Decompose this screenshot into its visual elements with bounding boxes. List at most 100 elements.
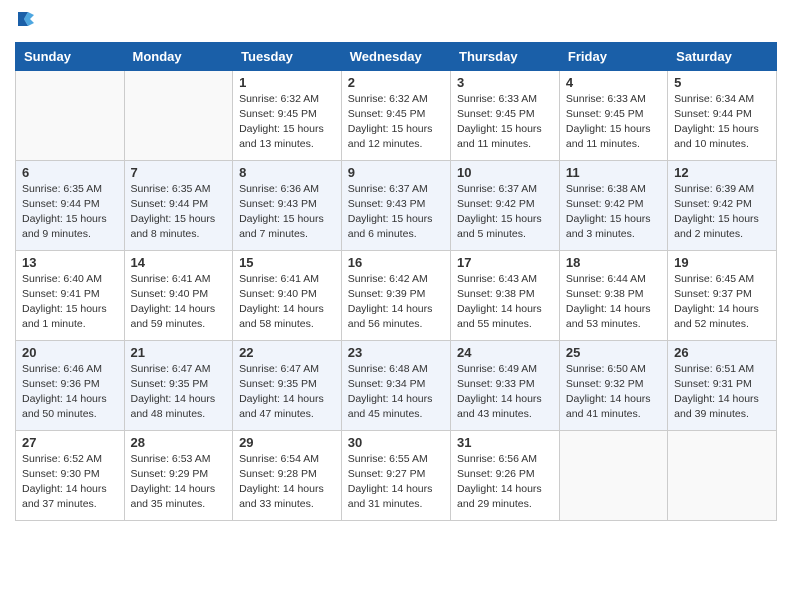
day-number: 27 (22, 435, 118, 450)
calendar-day-cell: 9Sunrise: 6:37 AM Sunset: 9:43 PM Daylig… (341, 160, 450, 250)
calendar-day-cell: 3 Sunrise: 6:33 AM Sunset: 9:45 PM Daylig… (451, 70, 560, 160)
day-number: 21 (131, 345, 227, 360)
day-number: 10 (457, 165, 553, 180)
day-number: 22 (239, 345, 335, 360)
day-info: Sunrise: 6:35 AM Sunset: 9:44 PM Dayligh… (131, 182, 227, 243)
calendar-day-cell: 27 Sunrise: 6:52 AM Sunset: 9:30 PM Dayli… (16, 430, 125, 520)
calendar-day-cell: 14 Sunrise: 6:41 AM Sunset: 9:40 PM Dayli… (124, 250, 233, 340)
day-number: 28 (131, 435, 227, 450)
calendar-day-cell: 11Sunrise: 6:38 AM Sunset: 9:42 PM Dayli… (559, 160, 667, 250)
col-header-tuesday: Tuesday (233, 42, 342, 70)
day-number: 26 (674, 345, 770, 360)
day-number: 25 (566, 345, 661, 360)
day-number: 5 (674, 75, 770, 90)
day-info: Sunrise: 6:34 AM Sunset: 9:44 PM Dayligh… (674, 92, 770, 153)
calendar-day-cell: 23 Sunrise: 6:48 AM Sunset: 9:34 PM Dayli… (341, 340, 450, 430)
calendar-day-cell: 29 Sunrise: 6:54 AM Sunset: 9:28 PM Dayli… (233, 430, 342, 520)
day-number: 20 (22, 345, 118, 360)
day-info: Sunrise: 6:47 AM Sunset: 9:35 PM Dayligh… (239, 362, 335, 423)
day-number: 14 (131, 255, 227, 270)
day-info: Sunrise: 6:46 AM Sunset: 9:36 PM Dayligh… (22, 362, 118, 423)
day-info: Sunrise: 6:33 AM Sunset: 9:45 PM Dayligh… (566, 92, 661, 153)
calendar-day-cell: 26 Sunrise: 6:51 AM Sunset: 9:31 PM Dayli… (668, 340, 777, 430)
day-number: 15 (239, 255, 335, 270)
calendar-day-cell: 31 Sunrise: 6:56 AM Sunset: 9:26 PM Dayli… (451, 430, 560, 520)
day-info: Sunrise: 6:33 AM Sunset: 9:45 PM Dayligh… (457, 92, 553, 153)
calendar-day-cell: 13 Sunrise: 6:40 AM Sunset: 9:41 PM Dayli… (16, 250, 125, 340)
day-info: Sunrise: 6:40 AM Sunset: 9:41 PM Dayligh… (22, 272, 118, 333)
calendar-day-cell: 10 Sunrise: 6:37 AM Sunset: 9:42 PM Dayli… (451, 160, 560, 250)
calendar-day-cell: 6Sunrise: 6:35 AM Sunset: 9:44 PM Daylig… (16, 160, 125, 250)
day-info: Sunrise: 6:45 AM Sunset: 9:37 PM Dayligh… (674, 272, 770, 333)
calendar-day-cell: 20 Sunrise: 6:46 AM Sunset: 9:36 PM Dayli… (16, 340, 125, 430)
calendar-day-cell: 19 Sunrise: 6:45 AM Sunset: 9:37 PM Dayli… (668, 250, 777, 340)
calendar-day-cell (16, 70, 125, 160)
day-number: 19 (674, 255, 770, 270)
day-info: Sunrise: 6:37 AM Sunset: 9:43 PM Dayligh… (348, 182, 444, 243)
calendar-day-cell: 21Sunrise: 6:47 AM Sunset: 9:35 PM Dayli… (124, 340, 233, 430)
day-number: 29 (239, 435, 335, 450)
day-info: Sunrise: 6:51 AM Sunset: 9:31 PM Dayligh… (674, 362, 770, 423)
day-info: Sunrise: 6:54 AM Sunset: 9:28 PM Dayligh… (239, 452, 335, 513)
day-number: 12 (674, 165, 770, 180)
calendar-day-cell: 28Sunrise: 6:53 AM Sunset: 9:29 PM Dayli… (124, 430, 233, 520)
day-info: Sunrise: 6:35 AM Sunset: 9:44 PM Dayligh… (22, 182, 118, 243)
col-header-wednesday: Wednesday (341, 42, 450, 70)
day-info: Sunrise: 6:56 AM Sunset: 9:26 PM Dayligh… (457, 452, 553, 513)
day-info: Sunrise: 6:52 AM Sunset: 9:30 PM Dayligh… (22, 452, 118, 513)
day-info: Sunrise: 6:36 AM Sunset: 9:43 PM Dayligh… (239, 182, 335, 243)
calendar-week-row: 20 Sunrise: 6:46 AM Sunset: 9:36 PM Dayli… (16, 340, 777, 430)
calendar-day-cell: 5 Sunrise: 6:34 AM Sunset: 9:44 PM Daylig… (668, 70, 777, 160)
calendar-day-cell: 30 Sunrise: 6:55 AM Sunset: 9:27 PM Dayli… (341, 430, 450, 520)
day-number: 7 (131, 165, 227, 180)
calendar-week-row: 13 Sunrise: 6:40 AM Sunset: 9:41 PM Dayli… (16, 250, 777, 340)
day-number: 3 (457, 75, 553, 90)
calendar-day-cell: 18Sunrise: 6:44 AM Sunset: 9:38 PM Dayli… (559, 250, 667, 340)
calendar-header-row: SundayMondayTuesdayWednesdayThursdayFrid… (16, 42, 777, 70)
calendar-day-cell: 2 Sunrise: 6:32 AM Sunset: 9:45 PM Daylig… (341, 70, 450, 160)
calendar-day-cell: 17 Sunrise: 6:43 AM Sunset: 9:38 PM Dayli… (451, 250, 560, 340)
day-info: Sunrise: 6:39 AM Sunset: 9:42 PM Dayligh… (674, 182, 770, 243)
day-number: 2 (348, 75, 444, 90)
day-info: Sunrise: 6:55 AM Sunset: 9:27 PM Dayligh… (348, 452, 444, 513)
day-number: 18 (566, 255, 661, 270)
day-number: 30 (348, 435, 444, 450)
day-info: Sunrise: 6:37 AM Sunset: 9:42 PM Dayligh… (457, 182, 553, 243)
col-header-friday: Friday (559, 42, 667, 70)
calendar-day-cell: 8Sunrise: 6:36 AM Sunset: 9:43 PM Daylig… (233, 160, 342, 250)
logo-flag-icon (16, 10, 34, 28)
col-header-thursday: Thursday (451, 42, 560, 70)
day-number: 31 (457, 435, 553, 450)
day-info: Sunrise: 6:49 AM Sunset: 9:33 PM Dayligh… (457, 362, 553, 423)
col-header-monday: Monday (124, 42, 233, 70)
calendar-week-row: 1 Sunrise: 6:32 AM Sunset: 9:45 PM Daylig… (16, 70, 777, 160)
day-number: 11 (566, 165, 661, 180)
day-number: 1 (239, 75, 335, 90)
day-number: 13 (22, 255, 118, 270)
day-number: 24 (457, 345, 553, 360)
calendar-day-cell: 7 Sunrise: 6:35 AM Sunset: 9:44 PM Daylig… (124, 160, 233, 250)
calendar-day-cell: 16Sunrise: 6:42 AM Sunset: 9:39 PM Dayli… (341, 250, 450, 340)
day-info: Sunrise: 6:43 AM Sunset: 9:38 PM Dayligh… (457, 272, 553, 333)
calendar-day-cell: 22 Sunrise: 6:47 AM Sunset: 9:35 PM Dayli… (233, 340, 342, 430)
day-info: Sunrise: 6:50 AM Sunset: 9:32 PM Dayligh… (566, 362, 661, 423)
day-number: 16 (348, 255, 444, 270)
day-number: 4 (566, 75, 661, 90)
day-info: Sunrise: 6:48 AM Sunset: 9:34 PM Dayligh… (348, 362, 444, 423)
calendar-week-row: 6Sunrise: 6:35 AM Sunset: 9:44 PM Daylig… (16, 160, 777, 250)
calendar-week-row: 27 Sunrise: 6:52 AM Sunset: 9:30 PM Dayli… (16, 430, 777, 520)
col-header-sunday: Sunday (16, 42, 125, 70)
day-info: Sunrise: 6:32 AM Sunset: 9:45 PM Dayligh… (348, 92, 444, 153)
logo (15, 10, 34, 34)
calendar-table: SundayMondayTuesdayWednesdayThursdayFrid… (15, 42, 777, 521)
calendar-day-cell: 4 Sunrise: 6:33 AM Sunset: 9:45 PM Daylig… (559, 70, 667, 160)
calendar-day-cell: 24 Sunrise: 6:49 AM Sunset: 9:33 PM Dayli… (451, 340, 560, 430)
day-info: Sunrise: 6:41 AM Sunset: 9:40 PM Dayligh… (239, 272, 335, 333)
calendar-day-cell: 25 Sunrise: 6:50 AM Sunset: 9:32 PM Dayli… (559, 340, 667, 430)
day-info: Sunrise: 6:41 AM Sunset: 9:40 PM Dayligh… (131, 272, 227, 333)
calendar-day-cell (124, 70, 233, 160)
day-number: 17 (457, 255, 553, 270)
day-number: 23 (348, 345, 444, 360)
calendar-day-cell: 1Sunrise: 6:32 AM Sunset: 9:45 PM Daylig… (233, 70, 342, 160)
page-header (15, 10, 777, 34)
